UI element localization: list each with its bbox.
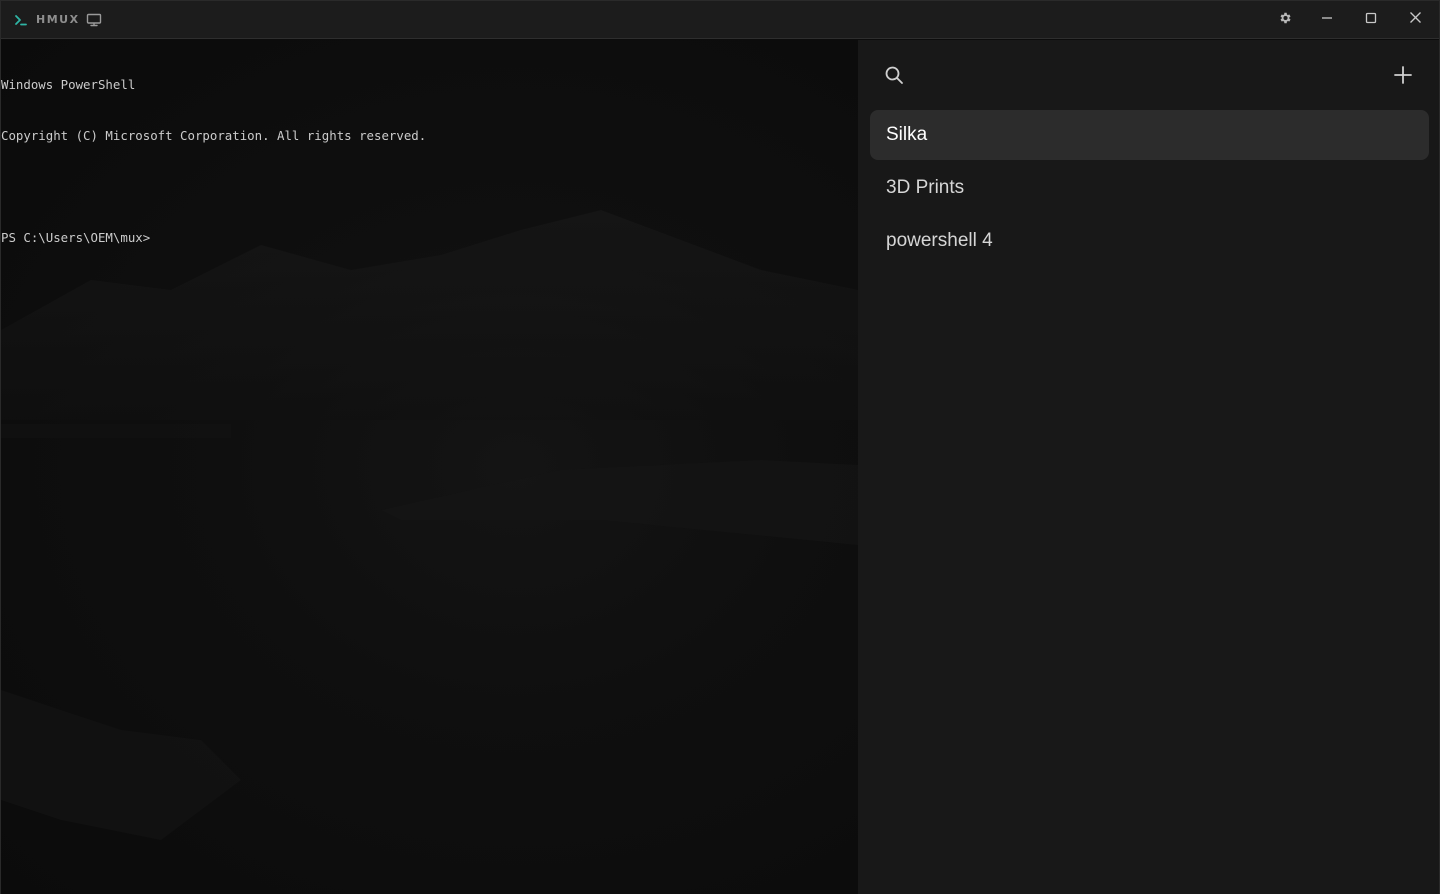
session-item-silka[interactable]: Silka xyxy=(870,110,1429,160)
app-window: HMUX Windows PowerShell Copyright (C) Mi… xyxy=(0,0,1440,894)
session-sidebar: Silka 3D Prints powershell 4 xyxy=(858,40,1439,894)
session-item-powershell-4[interactable]: powershell 4 xyxy=(870,216,1429,266)
monitor-icon[interactable] xyxy=(86,13,102,27)
close-button[interactable] xyxy=(1403,9,1427,31)
plus-icon[interactable] xyxy=(1393,65,1413,85)
session-item-3d-prints[interactable]: 3D Prints xyxy=(870,163,1429,213)
gear-icon xyxy=(1278,11,1292,30)
minimize-icon xyxy=(1321,11,1333,29)
terminal-prompt-icon xyxy=(13,12,29,28)
search-icon[interactable] xyxy=(884,65,904,85)
terminal-prompt[interactable]: PS C:\Users\OEM\mux> xyxy=(1,229,426,246)
terminal-line: Copyright (C) Microsoft Corporation. All… xyxy=(1,128,427,143)
close-icon xyxy=(1409,11,1422,29)
maximize-icon xyxy=(1365,11,1377,29)
maximize-button[interactable] xyxy=(1359,9,1383,31)
terminal-output: Windows PowerShell Copyright (C) Microso… xyxy=(1,42,426,280)
session-list: Silka 3D Prints powershell 4 xyxy=(870,110,1429,269)
minimize-button[interactable] xyxy=(1315,9,1339,31)
terminal-line: Windows PowerShell xyxy=(1,77,136,92)
title-bar[interactable]: HMUX xyxy=(1,1,1439,39)
terminal-pane[interactable]: Windows PowerShell Copyright (C) Microso… xyxy=(1,40,858,894)
settings-button[interactable] xyxy=(1273,9,1297,31)
app-title: HMUX xyxy=(36,13,80,26)
